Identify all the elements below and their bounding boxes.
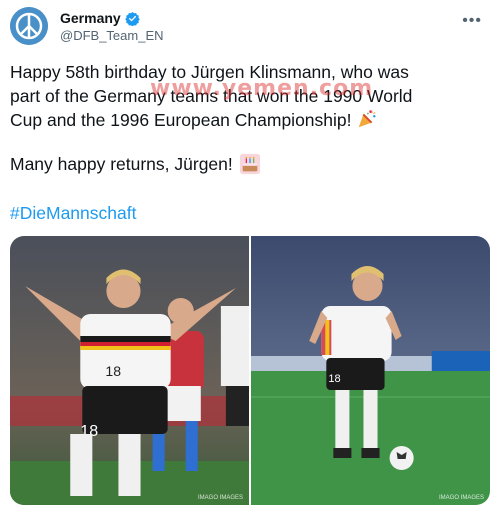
tweet-text: Happy 58th birthday to Jürgen Klinsmann,… bbox=[10, 60, 480, 132]
photo-credit: IMAGO IMAGES bbox=[197, 495, 243, 501]
display-name[interactable]: Germany bbox=[60, 10, 121, 26]
user-handle[interactable]: @DFB_Team_EN bbox=[60, 28, 164, 43]
svg-text:18: 18 bbox=[105, 363, 121, 379]
tweet-paragraph-2: Many happy returns, Jürgen! bbox=[10, 152, 261, 176]
more-options-icon[interactable]: ••• bbox=[462, 12, 482, 30]
photo-dribbling[interactable]: 18 IMAGO IMAGES bbox=[251, 236, 490, 505]
photo-credit: IMAGO IMAGES bbox=[438, 495, 484, 501]
tweet-line: Happy 58th birthday to Jürgen Klinsmann,… bbox=[10, 62, 409, 82]
tweet-line-text: Many happy returns, Jürgen! bbox=[10, 154, 233, 174]
svg-text:18: 18 bbox=[328, 373, 340, 385]
profile-avatar[interactable] bbox=[10, 7, 48, 45]
party-popper-icon bbox=[359, 110, 376, 128]
tweet-line: Cup and the 1996 European Championship! bbox=[10, 108, 480, 132]
media-grid: 18 18 IMAGO IMAGES 18 IMAGO IMAGES bbox=[10, 236, 490, 505]
celebration-photo-image: 18 18 bbox=[10, 236, 249, 505]
tweet-line-text: Cup and the 1996 European Championship! bbox=[10, 110, 352, 130]
tweet-header: Germany @DFB_Team_EN ••• bbox=[10, 6, 490, 48]
hashtag-link[interactable]: #DieMannschaft bbox=[10, 203, 136, 224]
photo-celebration[interactable]: 18 18 IMAGO IMAGES bbox=[10, 236, 249, 505]
birthday-cake-icon bbox=[239, 153, 260, 175]
peace-symbol-icon bbox=[10, 7, 48, 45]
dribbling-photo-image: 18 bbox=[251, 236, 490, 505]
verified-badge-icon bbox=[124, 11, 140, 26]
tweet-line: part of the Germany teams that won the 1… bbox=[10, 86, 413, 106]
